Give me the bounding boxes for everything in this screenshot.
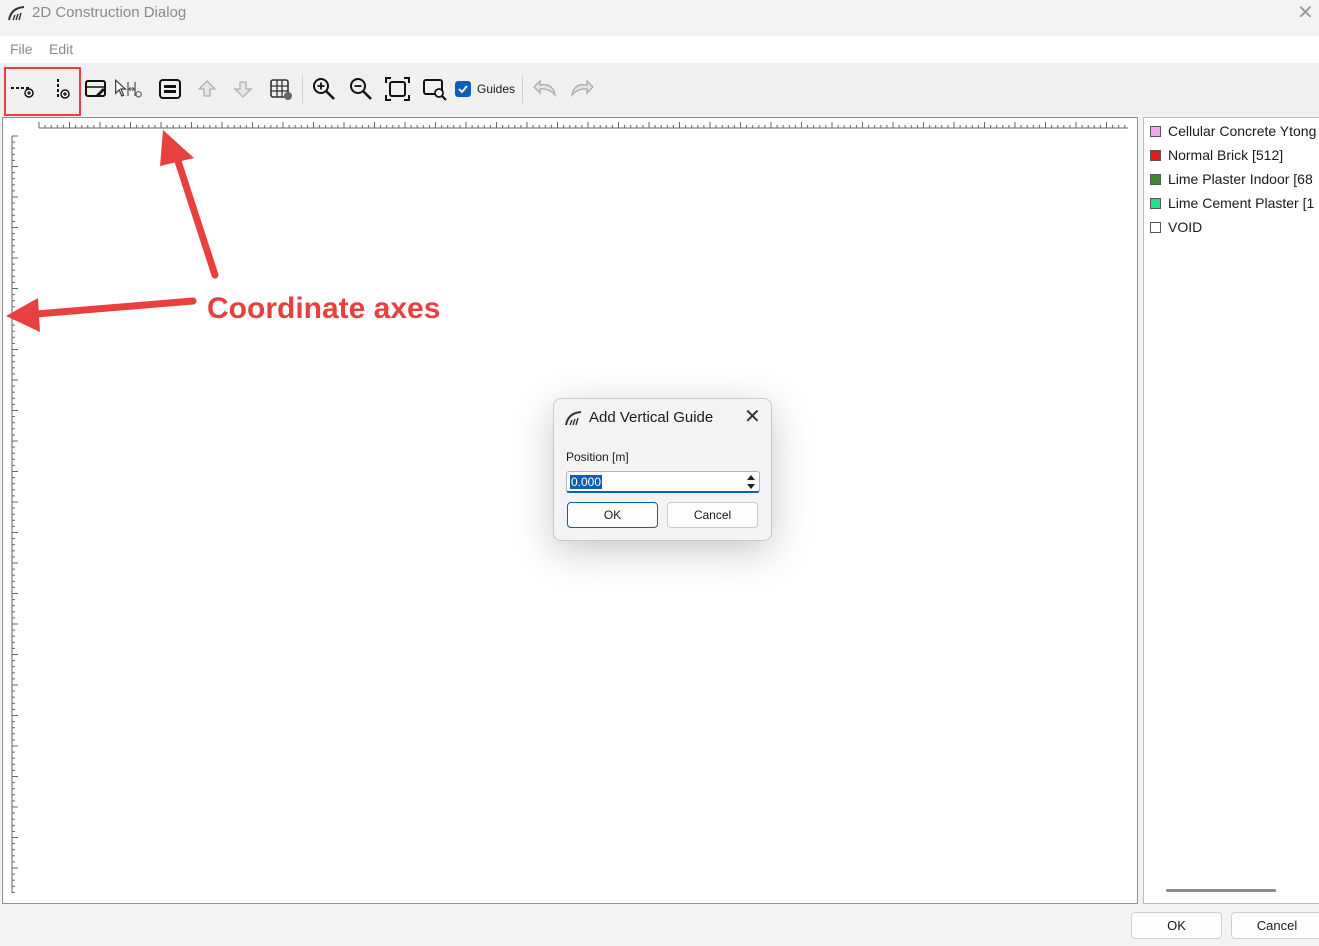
undo-icon[interactable] [530,75,560,103]
title-bar: 2D Construction Dialog ✕ [0,0,1319,36]
material-swatch [1150,197,1161,209]
guides-label: Guides [477,82,516,96]
zoom-out-icon[interactable] [346,75,376,103]
edit-layer-icon[interactable] [81,75,111,103]
dialog-cancel-button[interactable]: Cancel [667,502,758,528]
spin-up-icon[interactable] [745,473,757,481]
cancel-button[interactable]: Cancel [1231,912,1319,939]
window-close-icon[interactable]: ✕ [1297,3,1314,23]
grid-settings-icon[interactable] [266,75,296,103]
app-logo-icon [565,411,582,426]
add-vertical-guide-dialog: Add Vertical Guide ✕ Position [m] 0.000 … [553,398,772,541]
dialog-ok-button[interactable]: OK [567,502,658,528]
add-horizontal-guide-icon[interactable] [7,75,37,103]
legend-scrollbar[interactable] [1166,889,1276,892]
redo-icon[interactable] [567,75,597,103]
legend-item[interactable]: Lime Plaster Indoor [68 [1150,168,1313,190]
legend-item[interactable]: Cellular Concrete Ytong [1150,120,1316,142]
window-title: 2D Construction Dialog [32,4,187,21]
position-input[interactable]: 0.000 [566,471,760,493]
legend-item[interactable]: VOID [1150,216,1202,238]
legend-item-label: Lime Plaster Indoor [68 [1168,171,1313,187]
material-swatch [1150,149,1161,161]
material-swatch [1150,125,1161,137]
legend-item[interactable]: Lime Cement Plaster [1 [1150,192,1314,214]
material-swatch [1150,221,1161,233]
ok-button[interactable]: OK [1131,912,1222,939]
layer-properties-icon[interactable] [155,75,185,103]
add-vertical-guide-icon[interactable] [46,75,76,103]
toolbar: Guides [0,63,1319,116]
material-legend[interactable]: Cellular Concrete Ytong Normal Brick [51… [1143,117,1319,904]
legend-item-label: VOID [1168,219,1203,235]
legend-item-label: Lime Cement Plaster [1 [1168,195,1315,211]
legend-item[interactable]: Normal Brick [512] [1150,144,1283,166]
position-value: 0.000 [570,475,603,489]
spin-down-icon[interactable] [745,482,757,490]
app-logo-icon [8,6,25,21]
position-label: Position [m] [566,450,629,464]
dialog-title: Add Vertical Guide [589,409,714,426]
menu-edit[interactable]: Edit [49,41,73,57]
material-swatch [1150,173,1161,185]
legend-item-label: Normal Brick [512] [1168,147,1284,163]
menu-bar: File Edit [0,36,1319,63]
toolbar-separator [302,75,303,103]
dialog-close-icon[interactable]: ✕ [744,407,761,427]
legend-item-label: Cellular Concrete Ytong [1168,123,1317,139]
guides-checkbox[interactable] [455,81,471,97]
move-down-icon[interactable] [228,75,258,103]
toolbar-separator [522,75,523,103]
zoom-selection-icon[interactable] [420,75,450,103]
zoom-in-icon[interactable] [309,75,339,103]
annotation-label: Coordinate axes [207,292,441,325]
move-up-icon[interactable] [192,75,222,103]
menu-file[interactable]: File [10,41,33,57]
select-pointer-icon[interactable] [113,75,143,103]
zoom-fit-icon[interactable] [383,75,413,103]
